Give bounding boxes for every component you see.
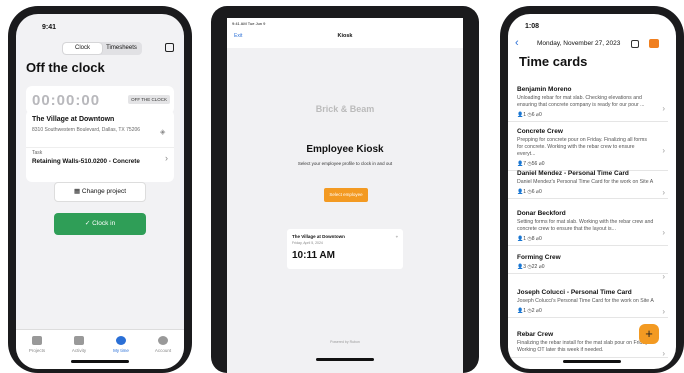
card-name: Donar Beckford [517,210,566,217]
time-card-row[interactable]: Joseph Colucci - Personal Time Card Josep… [508,285,668,318]
task-label: Task [32,150,43,156]
add-fab-button[interactable]: + [639,324,659,344]
date-header: Monday, November 27, 2023 [537,40,621,47]
chevron-right-icon: › [165,153,168,163]
select-employee-button[interactable]: Select employee [324,188,368,202]
timer: 00:00:00 [32,92,101,109]
card-name: Joseph Colucci - Personal Time Card [517,289,632,296]
chevron-right-icon: › [662,146,665,155]
calendar-icon[interactable] [165,43,174,52]
card-stats: 👤1 ◷6 ⌀0 [517,112,542,118]
tab-bar: Projects Activity My time Account [16,329,184,369]
task-value: Retaining Walls-510.0200 - Concrete [32,158,140,165]
calendar-icon[interactable] [631,40,639,48]
card-stats: 👤1 ◷6 ⌀0 [517,189,542,195]
time-card-row[interactable]: Benjamin Moreno Unloading rebar for mat s… [508,82,668,122]
seg-clock[interactable]: Clock [63,43,102,54]
card-name: Forming Crew [517,254,561,261]
status-time: 9:41 [42,24,57,31]
chevron-right-icon: › [662,349,665,358]
card-name: Benjamin Moreno [517,86,572,93]
home-indicator [563,360,621,363]
time-card-row[interactable]: Daniel Mendez - Personal Time Card Daniel… [508,166,668,199]
house-icon [32,336,42,345]
powered-by: Powered by Rubon [330,340,360,344]
site-name: The Village at Downtown [292,234,345,239]
time-cards-screen: 1:08 ‹ Monday, November 27, 2023 Time ca… [508,14,676,369]
tab-account[interactable]: Account [142,330,184,369]
card-name: Rebar Crew [517,331,554,338]
time-card-row[interactable]: Donar Beckford Setting forms for mat slab… [508,206,668,246]
kiosk-screen: 9:41 AM Tue Jun 9 Exit Kiosk Brick & Bea… [227,18,463,373]
chevron-right-icon: › [662,307,665,316]
site-address: 8310 Southwestern Boulevard, Dallas, TX … [32,127,141,133]
location-icon: ⌖ [395,234,398,239]
card-desc: Setting forms for mat slab. Working with… [517,219,654,232]
page-title: Time cards [519,54,588,69]
card-desc: Prepping for concrete pour on Friday. Fi… [517,137,647,157]
current-time: 10:11 AM [292,250,335,261]
clock-icon [116,336,126,345]
status-badge: OFF THE CLOCK [128,95,170,104]
building-icon: ▦ [73,188,82,195]
card-desc: Daniel Mendez's Personal Time Card for t… [517,179,654,185]
kiosk-title: Kiosk [337,33,353,39]
tab-projects[interactable]: Projects [16,330,58,369]
date-text: Friday, April 5, 2024 [292,241,323,245]
time-card-row[interactable]: Forming Crew 👤3 ◷22 ⌀0 › [508,250,668,281]
card-name: Concrete Crew [517,128,563,135]
status-bar: 9:41 AM Tue Jun 9 [232,21,266,26]
chevron-right-icon: › [662,188,665,197]
card-desc: Joseph Colucci's Personal Time Card for … [517,298,654,304]
time-card-row[interactable]: Concrete Crew Prepping for concrete pour … [508,124,668,171]
image-icon [74,336,84,345]
site-card[interactable]: The Village at Downtown 8310 Southwester… [26,110,174,182]
clock-screen: 9:41 Clock Timesheets Off the clock 00:0… [16,14,184,369]
card-stats: 👤3 ◷22 ⌀0 [517,264,545,270]
card-stats: 👤1 ◷2 ⌀0 [517,308,542,314]
home-indicator [316,358,374,361]
clock-segment[interactable]: Clock Timesheets [62,42,142,55]
directions-icon[interactable]: ◈ [160,128,165,136]
change-project-button[interactable]: ▦ Change project [54,182,146,202]
chevron-right-icon: › [662,228,665,237]
page-title: Off the clock [26,60,105,75]
back-chevron-icon[interactable]: ‹ [515,37,519,49]
add-card-icon[interactable] [649,39,659,48]
change-project-label: Change project [81,188,127,195]
card-desc: Finalizing the rebar install for the mat… [517,340,649,353]
site-time-card: The Village at Downtown ⌖ Friday, April … [287,229,403,269]
tab-activity[interactable]: Activity [58,330,100,369]
site-name: The Village at Downtown [32,116,115,123]
tab-my-time[interactable]: My time [100,330,142,369]
kiosk-heading: Employee Kiosk [306,144,384,155]
home-indicator [71,360,129,363]
chevron-right-icon: › [662,104,665,113]
status-time: 1:08 [525,23,540,30]
kiosk-subtitle: Select your employee profile to clock in… [297,161,393,166]
card-stats: 👤1 ◷8 ⌀0 [517,236,542,242]
chevron-right-icon: › [662,272,665,281]
card-name: Daniel Mendez - Personal Time Card [517,170,629,177]
seg-timesheets[interactable]: Timesheets [102,43,141,54]
brand-logo: Brick & Beam [315,104,375,114]
clock-in-button[interactable]: ✓ Clock in [54,213,146,235]
card-desc: Unloading rebar for mat slab. Checking e… [517,95,645,108]
person-icon [158,336,168,345]
